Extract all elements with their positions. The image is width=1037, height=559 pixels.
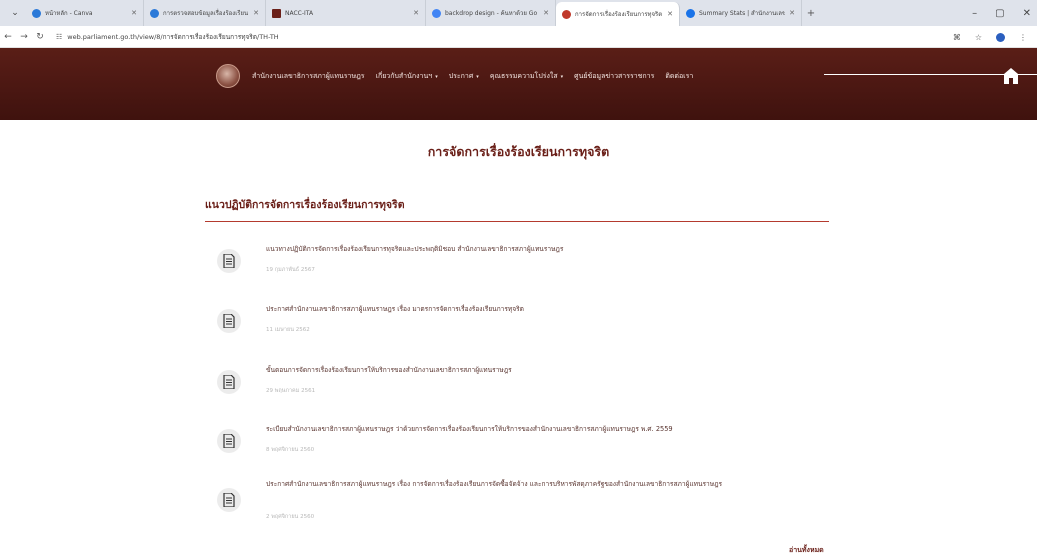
google-favicon-icon	[432, 8, 441, 18]
parliament-logo[interactable]	[216, 64, 240, 88]
document-date: 19 กุมภาพันธ์ 2567	[266, 267, 315, 273]
browser-tab[interactable]: หน้าหลัก - Canva ✕	[26, 0, 144, 26]
browser-tab-bar: ⌄ หน้าหลัก - Canva ✕ การตรวจสอบข้อมูลเรื…	[0, 0, 1037, 26]
document-icon	[217, 309, 241, 333]
tab-title: หน้าหลัก - Canva	[45, 10, 93, 17]
nacc-favicon-icon	[272, 8, 281, 18]
nav-item-announcements[interactable]: ประกาศ ▾	[449, 71, 479, 82]
document-title[interactable]: ขั้นตอนการจัดการเรื่องร้องเรียนการให้บริ…	[266, 365, 826, 376]
tab-close-icon[interactable]: ✕	[131, 9, 137, 17]
document-date: 29 พฤษภาคม 2561	[266, 388, 316, 394]
section-title: แนวปฏิบัติการจัดการเรื่องร้องเรียนการทุจ…	[205, 199, 405, 211]
document-date: 2 พฤศจิกายน 2560	[266, 514, 315, 520]
document-title[interactable]: ระเบียบสำนักงานเลขาธิการสภาผู้แทนราษฎร ว…	[266, 424, 826, 435]
tab-search-button[interactable]: ⌄	[4, 2, 26, 24]
document-icon	[217, 429, 241, 453]
browser-tab[interactable]: NACC-ITA ✕	[266, 0, 426, 26]
site-header: สำนักงานเลขาธิการสภาผู้แทนราษฎร เกี่ยวกั…	[0, 48, 1037, 120]
document-icon	[217, 488, 241, 512]
canva-favicon-icon	[32, 8, 41, 18]
tab-title: backdrop design - ค้นหาด้วย Go	[445, 10, 538, 17]
toolbar-right: ⌘ ☆ ⋮	[953, 26, 1027, 48]
read-all-link[interactable]: อ่านทั้งหมด	[789, 545, 824, 556]
menu-kebab-icon[interactable]: ⋮	[1019, 33, 1027, 42]
forward-arrow-icon[interactable]: →	[16, 32, 32, 42]
chevron-down-icon: ▾	[435, 73, 438, 80]
site-favicon-icon	[150, 8, 159, 18]
close-window-button[interactable]: ✕	[1023, 8, 1031, 19]
document-icon	[217, 249, 241, 273]
site-info-icon[interactable]: ☷	[56, 33, 62, 41]
reload-icon[interactable]: ↻	[32, 32, 48, 42]
profile-avatar[interactable]	[996, 32, 1005, 42]
tab-close-icon[interactable]: ✕	[789, 9, 795, 17]
tab-close-icon[interactable]: ✕	[543, 9, 549, 17]
document-date: 8 พฤศจิกายน 2560	[266, 447, 315, 453]
maximize-button[interactable]: ▢	[995, 8, 1004, 19]
browser-tab[interactable]: Summary Stats | สำนักงานเลขาธิ ✕	[680, 0, 802, 26]
document-title[interactable]: ประกาศสำนักงานเลขาธิการสภาผู้แทนราษฎร เร…	[266, 304, 826, 315]
browser-tab[interactable]: การตรวจสอบข้อมูลเรื่องร้องเรียน ✕	[144, 0, 266, 26]
url-text: web.parliament.go.th/view/8/การจัดการเรื…	[67, 32, 279, 41]
tab-close-icon[interactable]: ✕	[667, 10, 673, 18]
nav-item-info-center[interactable]: ศูนย์ข้อมูลข่าวสารราชการ	[574, 71, 654, 82]
document-icon	[217, 370, 241, 394]
browser-tab-active[interactable]: การจัดการเรื่องร้องเรียนการทุจริต ✕	[556, 2, 680, 26]
stats-favicon-icon	[686, 8, 695, 18]
nav-label: สำนักงานเลขาธิการสภาผู้แทนราษฎร	[252, 72, 365, 80]
bookmark-star-icon[interactable]: ☆	[975, 33, 982, 42]
nav-item-secretariat[interactable]: สำนักงานเลขาธิการสภาผู้แทนราษฎร	[252, 71, 365, 82]
nav-item-integrity[interactable]: คุณธรรมความโปร่งใส ▾	[490, 71, 563, 82]
chevron-down-icon: ▾	[476, 73, 479, 80]
site-navigation: สำนักงานเลขาธิการสภาผู้แทนราษฎร เกี่ยวกั…	[252, 71, 693, 82]
chevron-down-icon: ▾	[560, 73, 564, 80]
section-divider	[205, 221, 829, 222]
tab-title: การตรวจสอบข้อมูลเรื่องร้องเรียน	[163, 10, 249, 17]
tab-close-icon[interactable]: ✕	[413, 9, 419, 17]
back-arrow-icon[interactable]: ←	[0, 32, 16, 42]
tab-title: NACC-ITA	[285, 9, 314, 17]
address-bar: ← → ↻ ☷ web.parliament.go.th/view/8/การจ…	[0, 26, 1037, 48]
tab-title: การจัดการเรื่องร้องเรียนการทุจริต	[575, 11, 663, 18]
translate-icon[interactable]: ⌘	[953, 33, 961, 42]
tab-title: Summary Stats | สำนักงานเลขาธิ	[699, 10, 786, 17]
nav-label: ประกาศ	[448, 72, 474, 80]
nav-item-about[interactable]: เกี่ยวกับสำนักงานฯ ▾	[376, 71, 438, 82]
new-tab-button[interactable]: +	[802, 8, 820, 19]
browser-tab[interactable]: backdrop design - ค้นหาด้วย Go ✕	[426, 0, 556, 26]
section-divider-accent	[205, 218, 615, 221]
url-field[interactable]: ☷ web.parliament.go.th/view/8/การจัดการเ…	[56, 32, 279, 42]
parliament-favicon-icon	[562, 9, 571, 19]
document-title[interactable]: แนวทางปฏิบัติการจัดการเรื่องร้องเรียนการ…	[266, 244, 826, 255]
nav-label: ติดต่อเรา	[665, 72, 694, 80]
nav-item-contact[interactable]: ติดต่อเรา	[665, 71, 693, 82]
home-icon[interactable]	[1004, 68, 1018, 84]
window-controls: – ▢ ✕	[972, 0, 1031, 26]
nav-label: เกี่ยวกับสำนักงานฯ	[375, 72, 433, 80]
page-title: การจัดการเรื่องร้องเรียนการทุจริต	[427, 144, 610, 159]
nav-label: ศูนย์ข้อมูลข่าวสารราชการ	[574, 72, 655, 80]
nav-label: คุณธรรมความโปร่งใส	[489, 72, 558, 80]
tab-close-icon[interactable]: ✕	[253, 9, 259, 17]
document-title[interactable]: ประกาศสำนักงานเลขาธิการสภาผู้แทนราษฎร เร…	[266, 479, 826, 490]
document-date: 11 เมษายน 2562	[266, 327, 310, 333]
minimize-button[interactable]: –	[972, 8, 977, 19]
